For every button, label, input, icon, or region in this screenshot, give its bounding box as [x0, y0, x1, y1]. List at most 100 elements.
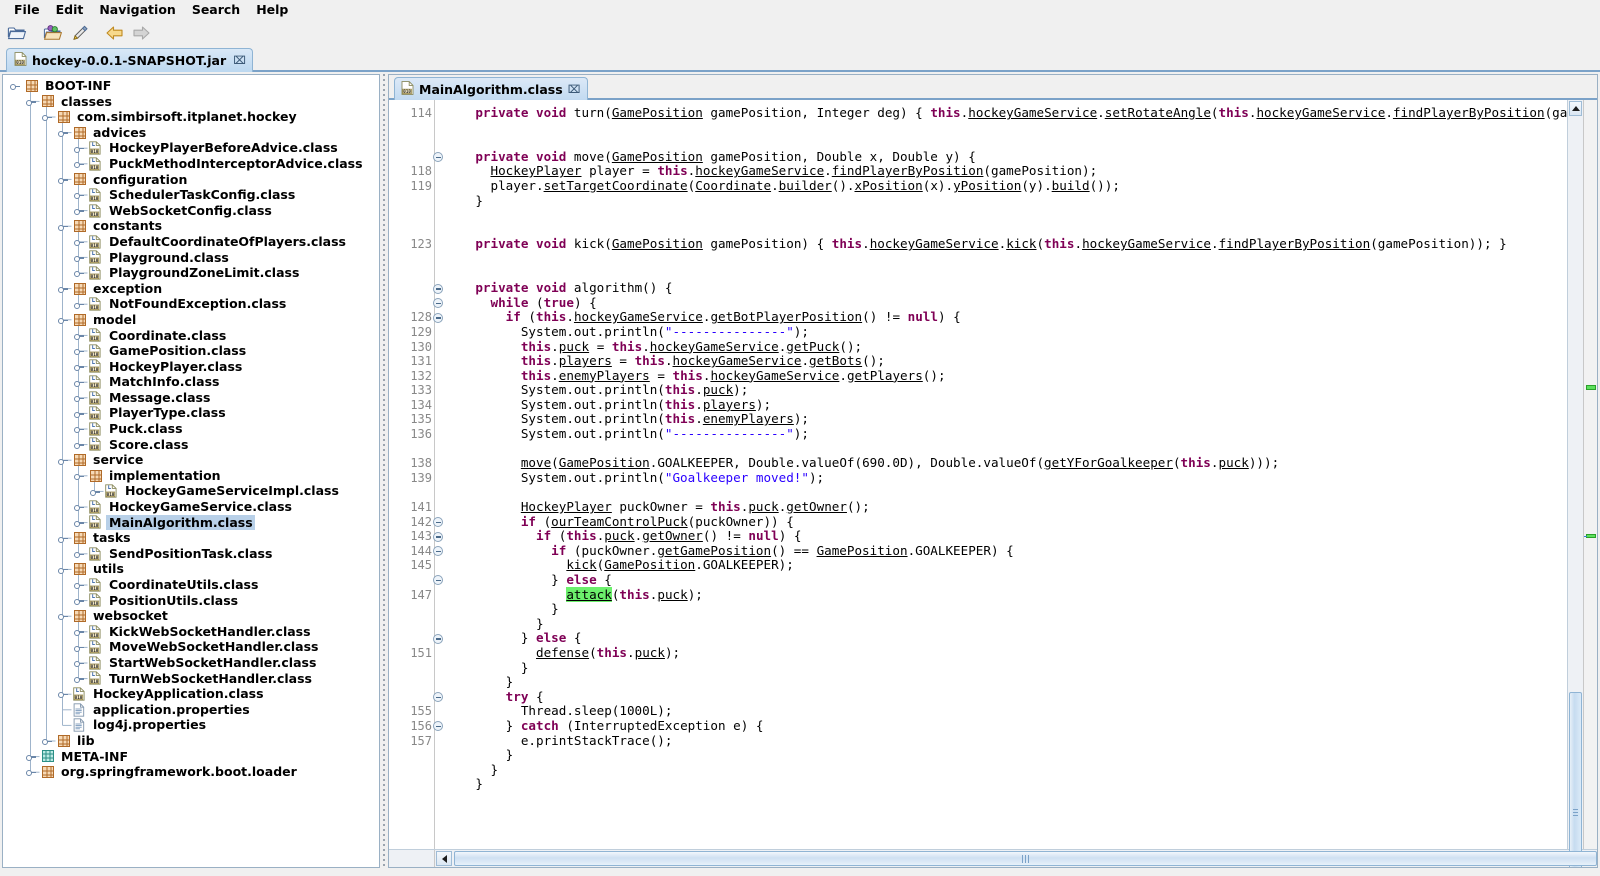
- tree-collapse-toggle-icon[interactable]: [57, 533, 68, 544]
- code-line[interactable]: if (this.puck.getOwner() != null) {: [445, 528, 1567, 544]
- tree-item[interactable]: 010 MainAlgorithm.class: [3, 514, 379, 531]
- edit-pencil-icon[interactable]: [66, 21, 92, 45]
- code-line[interactable]: System.out.println(this.puck);: [445, 382, 1567, 398]
- close-icon[interactable]: ⌧: [233, 54, 246, 67]
- code-line[interactable]: System.out.println("---------------");: [445, 324, 1567, 340]
- tree-expand-toggle-icon[interactable]: [73, 595, 84, 606]
- tree-collapse-toggle-icon[interactable]: [57, 455, 68, 466]
- code-line[interactable]: System.out.println("Goalkeeper moved!");: [445, 470, 1567, 486]
- tree-collapse-toggle-icon[interactable]: [57, 221, 68, 232]
- tree-item[interactable]: META-INF: [3, 749, 379, 765]
- code-line[interactable]: HockeyPlayer puckOwner = this.puck.getOw…: [445, 499, 1567, 515]
- code-line[interactable]: [445, 208, 1567, 223]
- tree-item[interactable]: 010 CoordinateUtils.class: [3, 577, 379, 593]
- tree-item[interactable]: implementation: [3, 468, 379, 484]
- tree-item[interactable]: log4j.properties: [3, 717, 379, 733]
- code-line[interactable]: if (this.hockeyGameService.getBotPlayerP…: [445, 310, 1567, 325]
- code-line[interactable]: this.players = this.hockeyGameService.ge…: [445, 353, 1567, 369]
- tree-item[interactable]: exception: [3, 281, 379, 297]
- code-line[interactable]: }: [445, 762, 1567, 778]
- tree-expand-toggle-icon[interactable]: [25, 751, 36, 762]
- tree-expand-toggle-icon[interactable]: [73, 189, 84, 200]
- tree-item[interactable]: 010 HockeyPlayer.class: [3, 359, 379, 375]
- tree-expand-toggle-icon[interactable]: [73, 626, 84, 637]
- open-archive-icon[interactable]: [40, 21, 66, 45]
- code-line[interactable]: private void algorithm() {: [445, 280, 1567, 296]
- tree-item[interactable]: 010 HockeyGameService.class: [3, 499, 379, 515]
- tree-item[interactable]: 010 MoveWebSocketHandler.class: [3, 639, 379, 655]
- tree-expand-toggle-icon[interactable]: [73, 657, 84, 668]
- code-line[interactable]: private void move(GamePosition gamePosit…: [445, 149, 1567, 165]
- tree-item[interactable]: com.simbirsoft.itplanet.hockey: [3, 109, 379, 125]
- tree-item[interactable]: 010 Playground.class: [3, 250, 379, 266]
- scroll-up-arrow-icon[interactable]: [1569, 101, 1582, 116]
- code-line[interactable]: e.printStackTrace();: [445, 733, 1567, 749]
- editor-vertical-scrollbar[interactable]: [1567, 100, 1583, 867]
- code-line[interactable]: System.out.println("---------------");: [445, 426, 1567, 442]
- tree-item[interactable]: 010 GamePosition.class: [3, 343, 379, 359]
- menu-item-edit[interactable]: Edit: [48, 1, 92, 20]
- tree-expand-toggle-icon[interactable]: [73, 299, 84, 310]
- code-line[interactable]: }: [445, 748, 1567, 763]
- code-line[interactable]: }: [445, 675, 1567, 690]
- tree-collapse-toggle-icon[interactable]: [57, 127, 68, 138]
- code-line[interactable]: [445, 121, 1567, 136]
- vertical-scroll-track[interactable]: [1568, 117, 1583, 867]
- tree-expand-toggle-icon[interactable]: [73, 501, 84, 512]
- tree-collapse-toggle-icon[interactable]: [57, 564, 68, 575]
- tree-item[interactable]: 010 KickWebSocketHandler.class: [3, 624, 379, 640]
- code-line[interactable]: defense(this.puck);: [445, 645, 1567, 661]
- line-number-gutter[interactable]: 114 118 119 123 128 129 130 131 132 133 134 135 136 1…: [389, 100, 443, 849]
- tree-item[interactable]: 010 NotFoundException.class: [3, 296, 379, 312]
- code-line[interactable]: try {: [445, 689, 1567, 705]
- tree-item[interactable]: constants: [3, 218, 379, 234]
- tree-item[interactable]: lib: [3, 733, 379, 749]
- code-line[interactable]: this.enemyPlayers = this.hockeyGameServi…: [445, 368, 1567, 384]
- tree-item[interactable]: service: [3, 452, 379, 468]
- tree-collapse-toggle-icon[interactable]: [25, 96, 36, 107]
- code-line[interactable]: private void kick(GamePosition gamePosit…: [445, 237, 1567, 252]
- code-line[interactable]: } catch (InterruptedException e) {: [445, 718, 1567, 734]
- tree-expand-toggle-icon[interactable]: [73, 517, 84, 528]
- split-divider[interactable]: [380, 74, 388, 868]
- source-code-view[interactable]: private void turn(GamePosition gamePosit…: [435, 100, 1567, 849]
- tree-expand-toggle-icon[interactable]: [73, 361, 84, 372]
- occurrence-marker[interactable]: [1586, 385, 1596, 390]
- tree-expand-toggle-icon[interactable]: [73, 423, 84, 434]
- code-line[interactable]: Thread.sleep(1000L);: [445, 704, 1567, 719]
- horizontal-scroll-track[interactable]: [452, 851, 1597, 866]
- tree-expand-toggle-icon[interactable]: [73, 158, 84, 169]
- code-line[interactable]: }: [445, 777, 1567, 792]
- tree-item[interactable]: 010 PositionUtils.class: [3, 593, 379, 609]
- jar-tree[interactable]: BOOT-INF classes com.simbirsoft.itplanet.h…: [3, 75, 379, 780]
- tree-expand-toggle-icon[interactable]: [73, 408, 84, 419]
- code-line[interactable]: if (ourTeamControlPuck(puckOwner)) {: [445, 514, 1567, 530]
- tree-item[interactable]: tasks: [3, 530, 379, 546]
- menu-item-search[interactable]: Search: [184, 1, 248, 20]
- editor-tab-mainalgorithm[interactable]: 010 MainAlgorithm.class ⌧: [394, 77, 589, 100]
- code-line[interactable]: System.out.println(this.players);: [445, 397, 1567, 413]
- menu-item-help[interactable]: Help: [248, 1, 296, 20]
- code-line[interactable]: [445, 442, 1567, 457]
- tree-item[interactable]: 010 SendPositionTask.class: [3, 546, 379, 562]
- code-line[interactable]: System.out.println(this.enemyPlayers);: [445, 412, 1567, 427]
- tree-expand-toggle-icon[interactable]: [73, 143, 84, 154]
- close-icon[interactable]: ⌧: [568, 83, 581, 96]
- code-line[interactable]: player.setTargetCoordinate(Coordinate.bu…: [445, 178, 1567, 194]
- tree-item[interactable]: 010 Message.class: [3, 390, 379, 406]
- scroll-left-arrow-icon[interactable]: [436, 851, 452, 866]
- tree-item[interactable]: classes: [3, 94, 379, 110]
- tree-item[interactable]: BOOT-INF: [3, 78, 379, 94]
- editor-horizontal-scrollbar[interactable]: [389, 849, 1597, 867]
- tree-expand-toggle-icon[interactable]: [73, 345, 84, 356]
- tree-expand-toggle-icon[interactable]: [73, 673, 84, 684]
- tree-item[interactable]: 010 Puck.class: [3, 421, 379, 437]
- tree-expand-toggle-icon[interactable]: [73, 642, 84, 653]
- tree-expand-toggle-icon[interactable]: [73, 205, 84, 216]
- tree-item[interactable]: configuration: [3, 172, 379, 188]
- tree-item[interactable]: 010 HockeyGameServiceImpl.class: [3, 483, 379, 499]
- menu-item-file[interactable]: File: [6, 1, 48, 20]
- jar-tab-hockey[interactable]: 010 hockey-0.0.1-SNAPSHOT.jar ⌧: [6, 48, 253, 72]
- tree-item[interactable]: 010 MatchInfo.class: [3, 374, 379, 390]
- code-line[interactable]: }: [445, 193, 1567, 209]
